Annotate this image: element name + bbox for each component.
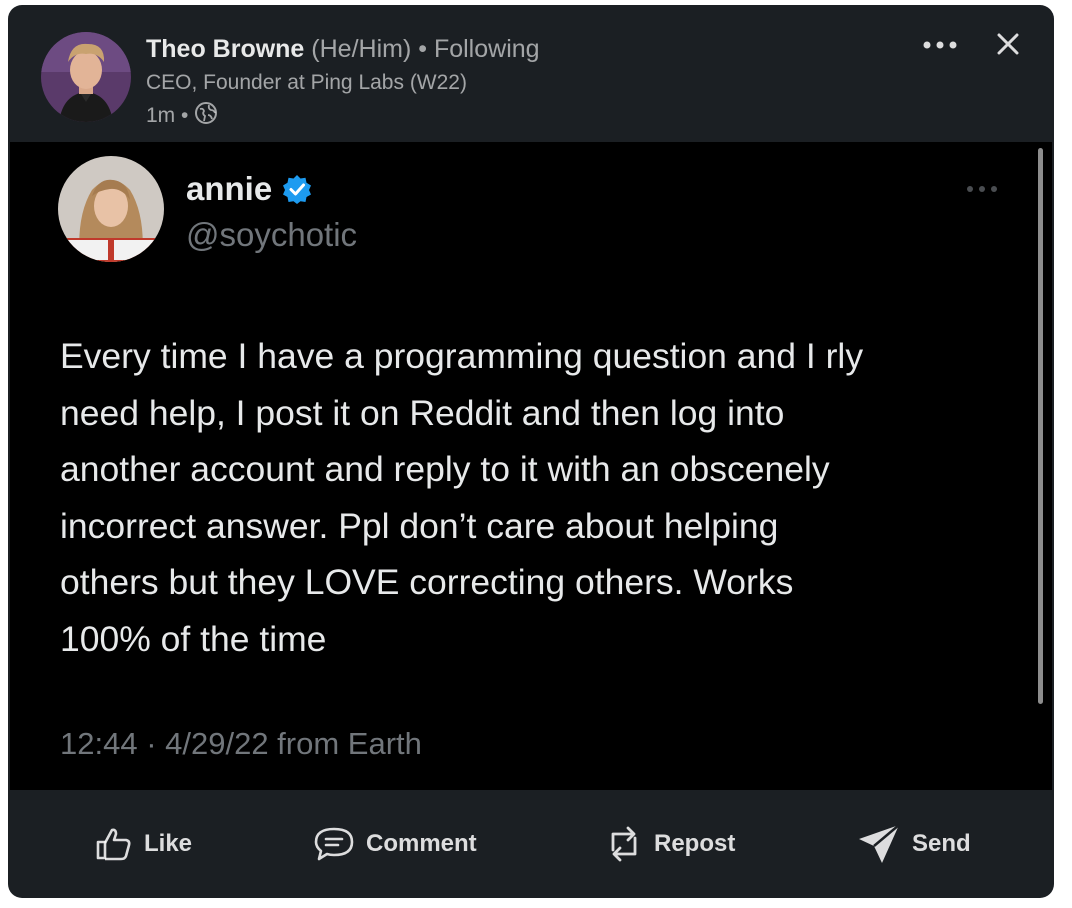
post-card: Theo Browne (He/Him) • Following CEO, Fo… — [8, 5, 1054, 898]
verified-badge-icon — [283, 175, 312, 204]
tweet-text-line: incorrect answer. Ppl don’t care about h… — [60, 505, 779, 546]
close-icon — [997, 33, 1019, 55]
comment-icon — [314, 827, 354, 861]
embedded-tweet-image[interactable]: annie @soychotic Every time I have a pro… — [10, 142, 1052, 790]
tweet-author-avatar — [58, 156, 164, 262]
tweet-timestamp: 12:44 · 4/29/22 from Earth — [60, 726, 422, 761]
author-avatar[interactable] — [41, 32, 131, 122]
tweet-text-line: others but they LOVE correcting others. … — [60, 562, 794, 602]
close-button[interactable] — [991, 27, 1025, 61]
like-button[interactable]: Like — [94, 790, 192, 898]
post-timestamp-row: 1m • — [146, 101, 218, 131]
like-label: Like — [144, 830, 193, 857]
send-icon — [859, 824, 900, 863]
tweet-author-name: annie — [186, 170, 273, 207]
more-options-button[interactable] — [918, 33, 962, 57]
tweet-more-icon — [962, 182, 1002, 196]
tweet-text: Every time I have a programming question… — [60, 328, 1000, 667]
thumbs-up-icon — [96, 828, 131, 861]
globe-icon — [194, 101, 218, 131]
repost-label: Repost — [654, 830, 736, 857]
author-headline: CEO, Founder at Ping Labs (W22) — [146, 71, 467, 94]
tweet-text-line: Every time I have a programming question… — [60, 336, 864, 376]
author-pronouns: (He/Him) — [311, 35, 412, 63]
tweet-text-line: another account and reply to it with an … — [60, 449, 830, 489]
comment-button[interactable]: Comment — [312, 790, 477, 898]
tweet-text-line: 100% of the time — [60, 618, 327, 659]
comment-label: Comment — [366, 830, 477, 857]
follow-status: • Following — [418, 35, 540, 63]
post-age: 1m • — [146, 104, 189, 127]
send-button[interactable]: Send — [856, 790, 971, 898]
tweet-author-name-row: annie — [186, 170, 312, 208]
author-name[interactable]: Theo Browne — [146, 35, 304, 63]
post-action-bar: Like Comment Repost Send — [8, 790, 1054, 898]
tweet-author-handle: @soychotic — [186, 216, 358, 253]
tweet-text-line: need help, I post it on Reddit and then … — [60, 392, 785, 433]
author-line: Theo Browne (He/Him) • Following — [146, 35, 540, 64]
repost-button[interactable]: Repost — [604, 790, 735, 898]
send-label: Send — [912, 830, 971, 857]
repost-icon — [611, 826, 637, 862]
image-scrollbar[interactable] — [1038, 148, 1043, 704]
more-horizontal-icon — [923, 41, 957, 49]
